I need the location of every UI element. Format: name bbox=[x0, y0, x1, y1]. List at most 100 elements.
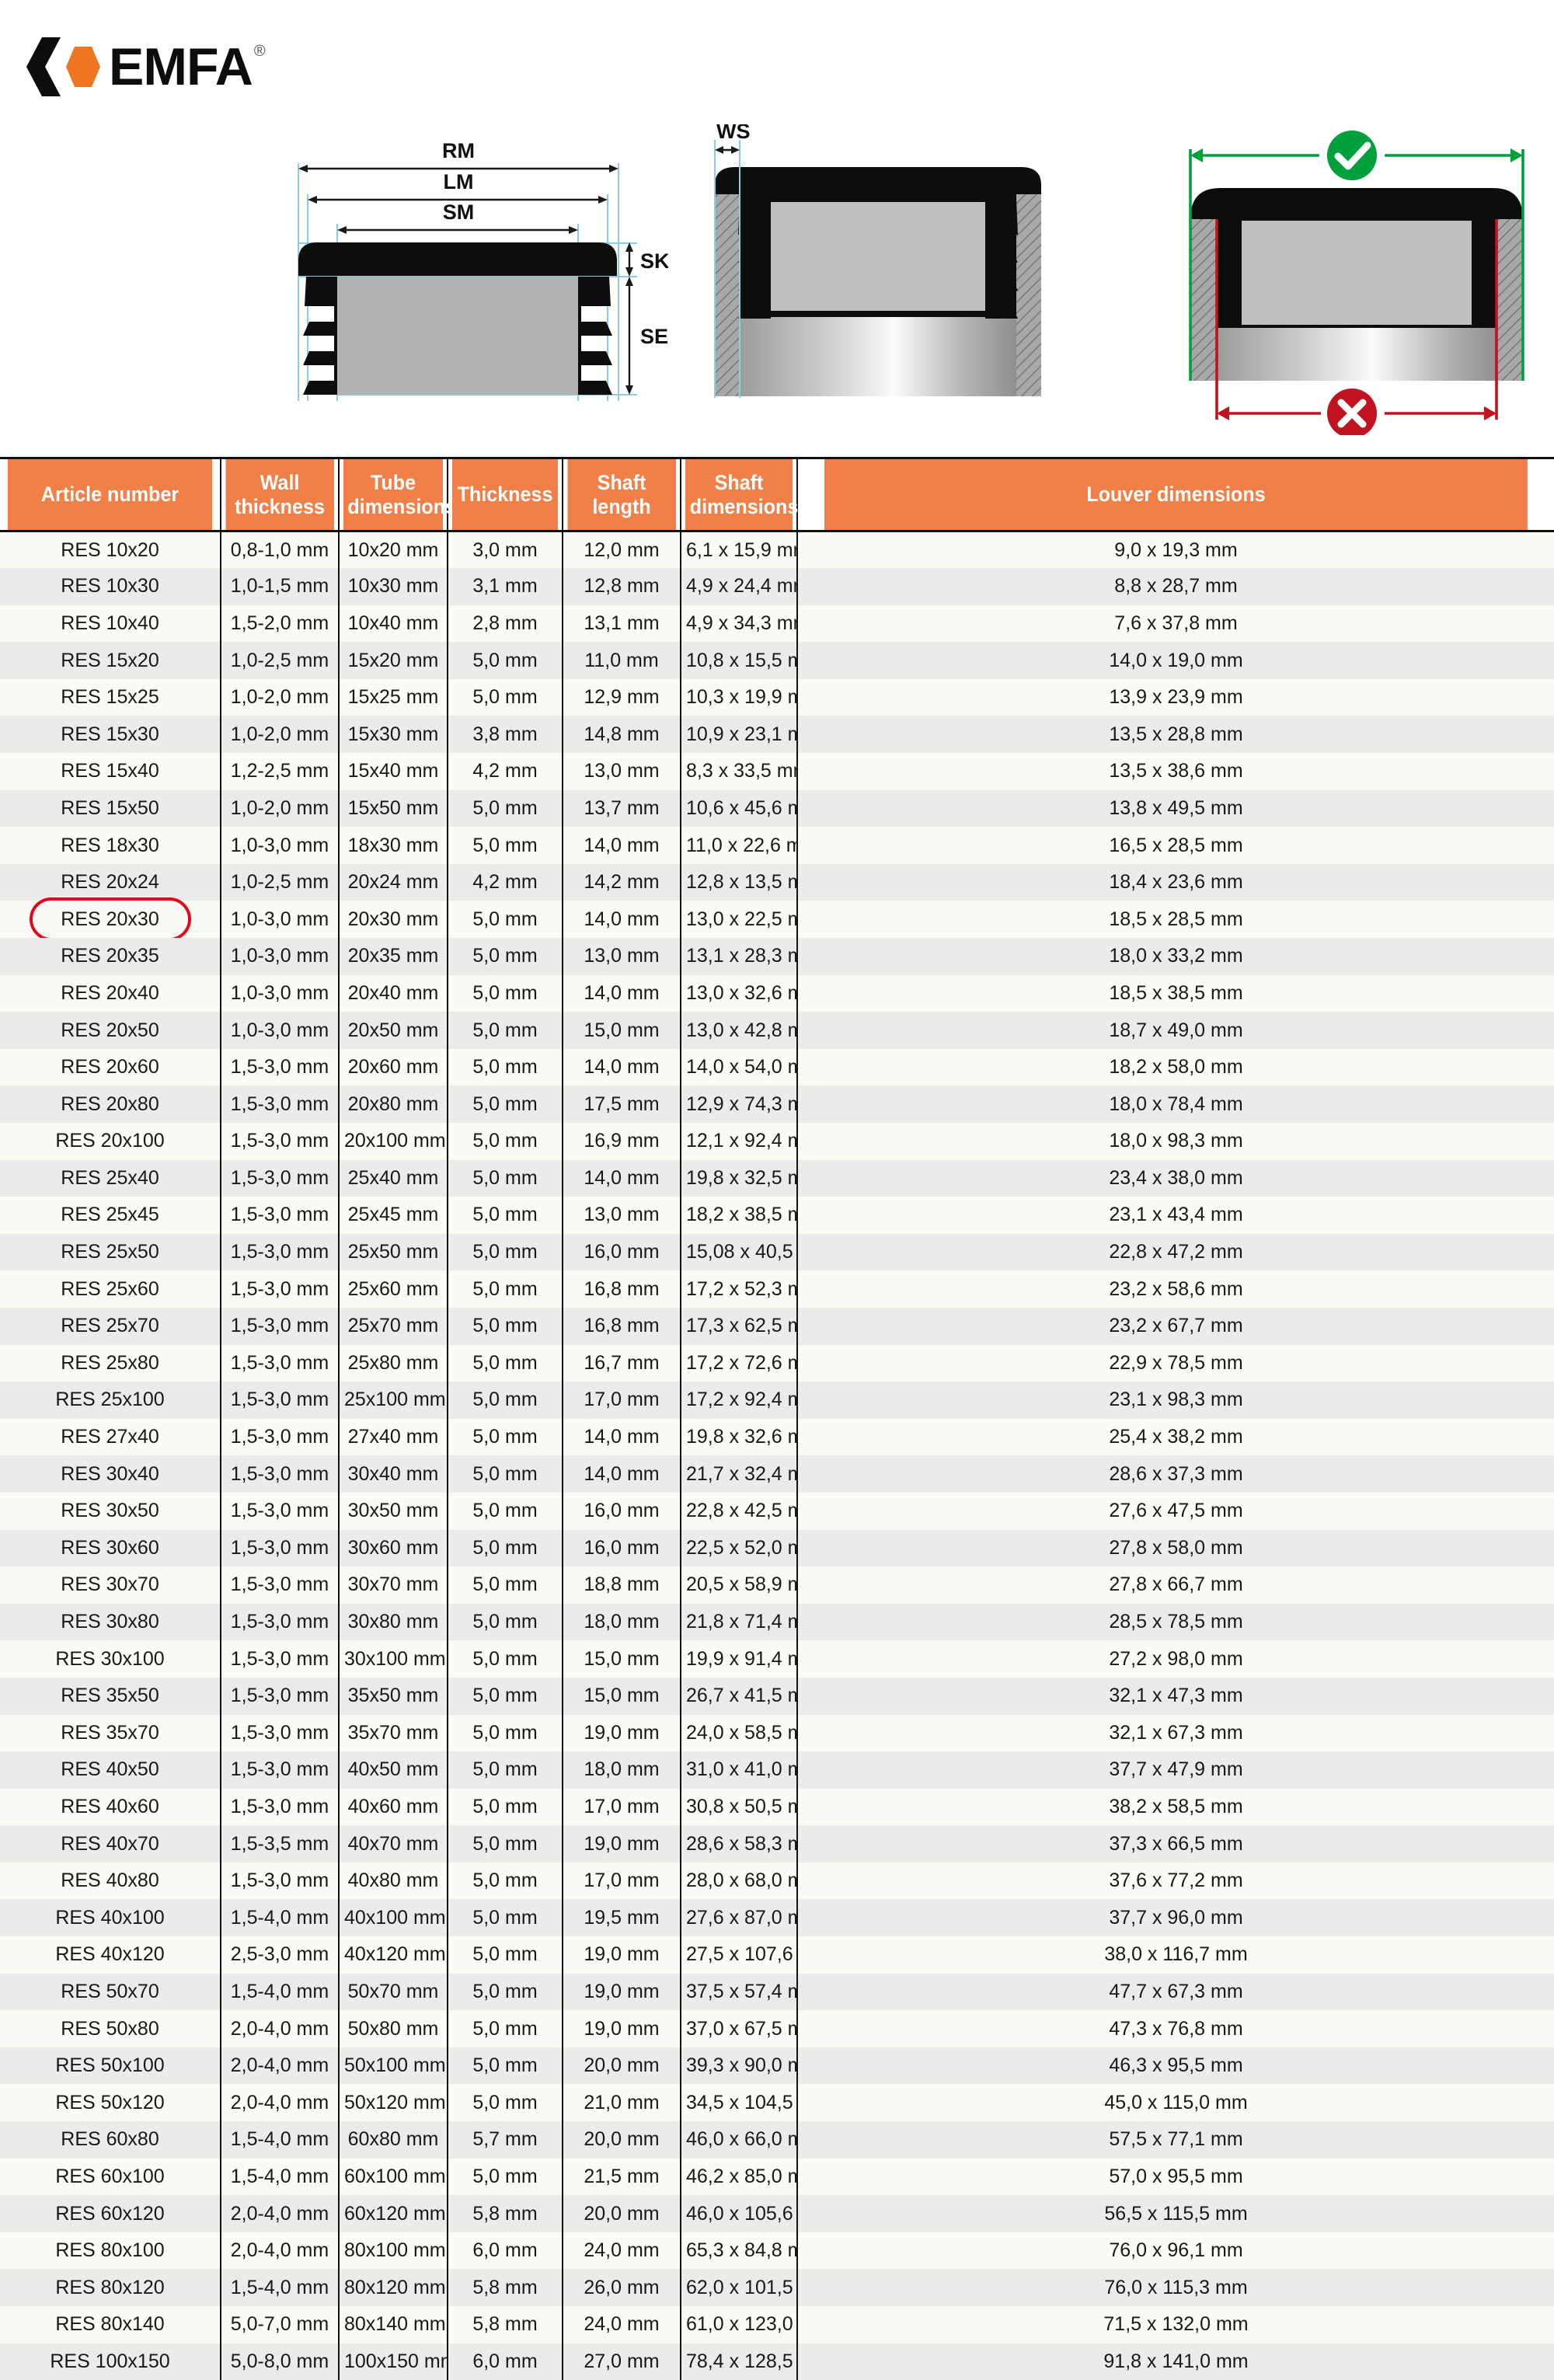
table-row[interactable]: RES 20x241,0-2,5 mm20x24 mm4,2 mm14,2 mm… bbox=[0, 864, 1554, 901]
table-row[interactable]: RES 15x301,0-2,0 mm15x30 mm3,8 mm14,8 mm… bbox=[0, 716, 1554, 753]
cell-value: 5,0 mm bbox=[472, 1278, 537, 1301]
table-row[interactable]: RES 30x401,5-3,0 mm30x40 mm5,0 mm14,0 mm… bbox=[0, 1455, 1554, 1493]
table-row[interactable]: RES 40x1202,5-3,0 mm40x120 mm5,0 mm19,0 … bbox=[0, 1936, 1554, 1974]
cell-shaft-dimensions: 61,0 x 123,0 mm bbox=[681, 2306, 797, 2343]
cell-value: 5,0 mm bbox=[472, 1796, 537, 1818]
table-row[interactable]: RES 20x801,5-3,0 mm20x80 mm5,0 mm17,5 mm… bbox=[0, 1085, 1554, 1123]
table-row[interactable]: RES 60x1202,0-4,0 mm60x120 mm5,8 mm20,0 … bbox=[0, 2195, 1554, 2232]
cell-value: 10x30 mm bbox=[348, 575, 439, 598]
cell-thickness: 5,8 mm bbox=[448, 2269, 563, 2306]
cell-shaft-dimensions: 17,2 x 52,3 mm bbox=[681, 1270, 797, 1308]
table-row[interactable]: RES 30x1001,5-3,0 mm30x100 mm5,0 mm15,0 … bbox=[0, 1640, 1554, 1678]
column-header-wall-thickness[interactable]: Wall thickness bbox=[225, 458, 334, 531]
cell-value: 13,0 mm bbox=[584, 945, 659, 967]
column-header-shaft-length[interactable]: Shaft length bbox=[566, 458, 676, 531]
table-header-row: Article number Wall thickness Tube dimen… bbox=[0, 458, 1554, 531]
cell-shaft-dimensions: 6,1 x 15,9 mm bbox=[681, 531, 797, 569]
cell-value: 5,0 mm bbox=[472, 2018, 537, 2040]
cell-wall-thickness: 1,5-2,0 mm bbox=[221, 605, 339, 643]
table-row[interactable]: RES 60x801,5-4,0 mm60x80 mm5,7 mm20,0 mm… bbox=[0, 2121, 1554, 2159]
table-row[interactable]: RES 15x501,0-2,0 mm15x50 mm5,0 mm13,7 mm… bbox=[0, 790, 1554, 828]
cell-value: 9,0 x 19,3 mm bbox=[1114, 539, 1237, 562]
column-header-shaft-dimensions[interactable]: Shaft dimensions bbox=[685, 458, 793, 531]
table-row[interactable]: RES 40x1001,5-4,0 mm40x100 mm5,0 mm19,5 … bbox=[0, 1899, 1554, 1936]
cell-value: RES 20x40 bbox=[61, 982, 159, 1005]
column-header-thickness[interactable]: Thickness bbox=[451, 458, 559, 531]
cell-value: RES 20x100 bbox=[55, 1130, 164, 1152]
table-row[interactable]: RES 25x801,5-3,0 mm25x80 mm5,0 mm16,7 mm… bbox=[0, 1345, 1554, 1382]
cell-wall-thickness: 1,5-3,0 mm bbox=[221, 1308, 339, 1345]
table-row[interactable]: RES 20x601,5-3,0 mm20x60 mm5,0 mm14,0 mm… bbox=[0, 1049, 1554, 1086]
table-row[interactable]: RES 100x1505,0-8,0 mm100x150 mm6,0 mm27,… bbox=[0, 2343, 1554, 2380]
cell-tube-dimensions: 30x70 mm bbox=[339, 1566, 448, 1604]
table-row[interactable]: RES 40x501,5-3,0 mm40x50 mm5,0 mm18,0 mm… bbox=[0, 1751, 1554, 1789]
table-row[interactable]: RES 35x701,5-3,0 mm35x70 mm5,0 mm19,0 mm… bbox=[0, 1715, 1554, 1752]
cell-value: 5,0 mm bbox=[472, 1500, 537, 1522]
cell-value: 27,0 mm bbox=[584, 2350, 659, 2373]
table-row[interactable]: RES 40x701,5-3,5 mm40x70 mm5,0 mm19,0 mm… bbox=[0, 1825, 1554, 1863]
cell-wall-thickness: 1,5-3,0 mm bbox=[221, 1678, 339, 1715]
cell-thickness: 5,0 mm bbox=[448, 2010, 563, 2047]
cell-value: RES 20x80 bbox=[61, 1093, 159, 1116]
table-row[interactable]: RES 80x1201,5-4,0 mm80x120 mm5,8 mm26,0 … bbox=[0, 2269, 1554, 2306]
cell-value: 1,0-2,0 mm bbox=[231, 797, 329, 820]
table-row[interactable]: RES 50x701,5-4,0 mm50x70 mm5,0 mm19,0 mm… bbox=[0, 1974, 1554, 2011]
table-row[interactable]: RES 20x1001,5-3,0 mm20x100 mm5,0 mm16,9 … bbox=[0, 1123, 1554, 1160]
table-row[interactable]: RES 25x501,5-3,0 mm25x50 mm5,0 mm16,0 mm… bbox=[0, 1234, 1554, 1271]
column-header-tube-dimensions[interactable]: Tube dimensions bbox=[343, 458, 444, 531]
table-row[interactable]: RES 18x301,0-3,0 mm18x30 mm5,0 mm14,0 mm… bbox=[0, 827, 1554, 864]
cell-wall-thickness: 1,0-2,0 mm bbox=[221, 679, 339, 716]
cell-value: 47,7 x 67,3 mm bbox=[1109, 1981, 1242, 2003]
table-row[interactable]: RES 35x501,5-3,0 mm35x50 mm5,0 mm15,0 mm… bbox=[0, 1678, 1554, 1715]
cell-value: 0,8-1,0 mm bbox=[231, 539, 329, 562]
column-header-article-number[interactable]: Article number bbox=[8, 458, 213, 531]
cell-value: 5,0 mm bbox=[472, 686, 537, 709]
cell-shaft-length: 15,0 mm bbox=[563, 1678, 681, 1715]
table-row[interactable]: RES 27x401,5-3,0 mm27x40 mm5,0 mm14,0 mm… bbox=[0, 1419, 1554, 1456]
cell-thickness: 5,0 mm bbox=[448, 1974, 563, 2011]
table-row[interactable]: RES 80x1405,0-7,0 mm80x140 mm5,8 mm24,0 … bbox=[0, 2306, 1554, 2343]
cell-louver-dimensions: 18,7 x 49,0 mm bbox=[797, 1012, 1554, 1049]
table-row[interactable]: RES 30x801,5-3,0 mm30x80 mm5,0 mm18,0 mm… bbox=[0, 1604, 1554, 1641]
cell-value: RES 15x30 bbox=[61, 723, 159, 746]
cell-value: 1,5-3,0 mm bbox=[231, 1500, 329, 1522]
table-row[interactable]: RES 50x802,0-4,0 mm50x80 mm5,0 mm19,0 mm… bbox=[0, 2010, 1554, 2047]
cell-tube-dimensions: 25x70 mm bbox=[339, 1308, 448, 1345]
table-row[interactable]: RES 50x1202,0-4,0 mm50x120 mm5,0 mm21,0 … bbox=[0, 2084, 1554, 2121]
cell-article-number: RES 25x50 bbox=[0, 1234, 221, 1271]
table-row[interactable]: RES 25x701,5-3,0 mm25x70 mm5,0 mm16,8 mm… bbox=[0, 1308, 1554, 1345]
cell-tube-dimensions: 20x80 mm bbox=[339, 1085, 448, 1123]
table-row[interactable]: RES 60x1001,5-4,0 mm60x100 mm5,0 mm21,5 … bbox=[0, 2159, 1554, 2196]
table-row[interactable]: RES 25x1001,5-3,0 mm25x100 mm5,0 mm17,0 … bbox=[0, 1382, 1554, 1419]
table-row[interactable]: RES 10x301,0-1,5 mm10x30 mm3,1 mm12,8 mm… bbox=[0, 568, 1554, 605]
cell-louver-dimensions: 76,0 x 96,1 mm bbox=[797, 2232, 1554, 2270]
table-row[interactable]: RES 40x801,5-3,0 mm40x80 mm5,0 mm17,0 mm… bbox=[0, 1863, 1554, 1900]
table-row[interactable]: RES 20x401,0-3,0 mm20x40 mm5,0 mm14,0 mm… bbox=[0, 975, 1554, 1012]
table-row[interactable]: RES 80x1002,0-4,0 mm80x100 mm6,0 mm24,0 … bbox=[0, 2232, 1554, 2270]
cell-shaft-length: 17,5 mm bbox=[563, 1085, 681, 1123]
table-row[interactable]: RES 30x701,5-3,0 mm30x70 mm5,0 mm18,8 mm… bbox=[0, 1566, 1554, 1604]
table-row[interactable]: RES 10x200,8-1,0 mm10x20 mm3,0 mm12,0 mm… bbox=[0, 531, 1554, 569]
table-row[interactable]: RES 15x201,0-2,5 mm15x20 mm5,0 mm11,0 mm… bbox=[0, 642, 1554, 679]
table-row[interactable]: RES 20x351,0-3,0 mm20x35 mm5,0 mm13,0 mm… bbox=[0, 938, 1554, 975]
cell-thickness: 5,0 mm bbox=[448, 1012, 563, 1049]
table-row[interactable]: RES 30x501,5-3,0 mm30x50 mm5,0 mm16,0 mm… bbox=[0, 1493, 1554, 1530]
table-row[interactable]: RES 40x601,5-3,0 mm40x60 mm5,0 mm17,0 mm… bbox=[0, 1789, 1554, 1826]
column-header-louver-dimensions[interactable]: Louver dimensions bbox=[824, 458, 1528, 531]
table-row[interactable]: RES 25x601,5-3,0 mm25x60 mm5,0 mm16,8 mm… bbox=[0, 1270, 1554, 1308]
cell-value: 25x100 mm bbox=[344, 1389, 446, 1411]
cell-thickness: 6,0 mm bbox=[448, 2343, 563, 2380]
table-row[interactable]: RES 10x401,5-2,0 mm10x40 mm2,8 mm13,1 mm… bbox=[0, 605, 1554, 643]
table-row[interactable]: RES 30x601,5-3,0 mm30x60 mm5,0 mm16,0 mm… bbox=[0, 1530, 1554, 1567]
table-row[interactable]: RES 50x1002,0-4,0 mm50x100 mm5,0 mm20,0 … bbox=[0, 2047, 1554, 2085]
table-row[interactable]: RES 15x251,0-2,0 mm15x25 mm5,0 mm12,9 mm… bbox=[0, 679, 1554, 716]
table-row[interactable]: RES 20x301,0-3,0 mm✓20x30 mm✓5,0 mm14,0 … bbox=[0, 901, 1554, 938]
table-row[interactable]: RES 25x401,5-3,0 mm25x40 mm5,0 mm14,0 mm… bbox=[0, 1160, 1554, 1197]
cell-value: RES 20x60 bbox=[61, 1056, 159, 1078]
cell-wall-thickness: 1,0-1,5 mm bbox=[221, 568, 339, 605]
cell-tube-dimensions: 25x100 mm bbox=[339, 1382, 448, 1419]
cell-tube-dimensions: 10x40 mm bbox=[339, 605, 448, 643]
table-row[interactable]: RES 25x451,5-3,0 mm25x45 mm5,0 mm13,0 mm… bbox=[0, 1197, 1554, 1234]
table-row[interactable]: RES 20x501,0-3,0 mm20x50 mm5,0 mm15,0 mm… bbox=[0, 1012, 1554, 1049]
table-row[interactable]: RES 15x401,2-2,5 mm15x40 mm4,2 mm13,0 mm… bbox=[0, 753, 1554, 790]
